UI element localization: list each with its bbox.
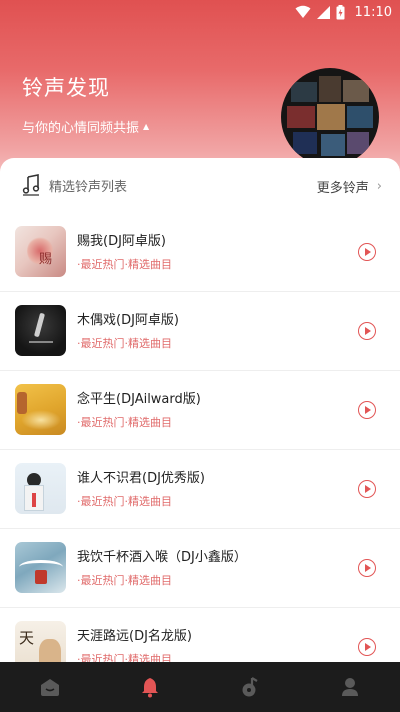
list-item[interactable]: 我饮千杯酒入喉（DJ小鑫版） ·最近热门·精选曲目: [0, 529, 400, 608]
play-icon[interactable]: [358, 638, 376, 656]
section-header: 精选铃声列表 更多铃声 ›: [0, 158, 400, 210]
hero-subtitle-text: 与你的心情同频共振: [22, 121, 140, 136]
song-list: 赐 赐我(DJ阿卓版) ·最近热门·精选曲目 木偶戏(DJ阿卓版) ·最近热门·…: [0, 213, 400, 662]
caret-up-icon: ▲: [143, 122, 150, 131]
wifi-icon: [295, 5, 311, 18]
album-disc-image[interactable]: [281, 68, 379, 166]
song-title: 天涯路远(DJ名龙版): [77, 629, 192, 644]
play-icon[interactable]: [358, 243, 376, 261]
bottom-tab-bar: [0, 662, 400, 712]
song-cover: [15, 542, 66, 593]
tab-profile[interactable]: [300, 662, 400, 712]
list-item[interactable]: 天 天涯路远(DJ名龙版) ·最近热门·精选曲目: [0, 608, 400, 662]
song-tag: ·最近热门·精选曲目: [77, 337, 172, 350]
song-tag: ·最近热门·精选曲目: [77, 416, 172, 429]
play-icon[interactable]: [358, 559, 376, 577]
song-cover: [15, 463, 66, 514]
tab-music[interactable]: [200, 662, 300, 712]
song-cover: [15, 384, 66, 435]
page-title: 铃声发现: [22, 76, 110, 100]
chevron-right-icon: ›: [376, 179, 382, 194]
more-ringtones-link[interactable]: 更多铃声 ›: [317, 177, 382, 196]
music-icon: [242, 677, 258, 697]
signal-icon: [316, 5, 330, 19]
home-icon: [41, 679, 59, 696]
song-tag: ·最近热门·精选曲目: [77, 653, 172, 662]
play-icon[interactable]: [358, 322, 376, 340]
song-title: 念平生(DJAilward版): [77, 392, 201, 407]
song-title: 赐我(DJ阿卓版): [77, 234, 166, 249]
song-title: 木偶戏(DJ阿卓版): [77, 313, 179, 328]
profile-icon: [342, 678, 358, 696]
status-time: 11:10: [354, 4, 392, 20]
song-cover: 天: [15, 621, 66, 662]
bell-icon: [142, 678, 158, 698]
song-tag: ·最近热门·精选曲目: [77, 574, 172, 587]
battery-icon: [336, 4, 345, 19]
tab-ringtones[interactable]: [100, 662, 200, 712]
hero-subtitle[interactable]: 与你的心情同频共振 ▲: [22, 117, 149, 136]
list-item[interactable]: 赐 赐我(DJ阿卓版) ·最近热门·精选曲目: [0, 213, 400, 292]
section-title: 精选铃声列表: [49, 180, 128, 195]
song-cover: 赐: [15, 226, 66, 277]
play-icon[interactable]: [358, 480, 376, 498]
more-ringtones-label: 更多铃声: [316, 181, 369, 196]
song-tag: ·最近热门·精选曲目: [77, 258, 172, 271]
ringtone-card: 精选铃声列表 更多铃声 › 赐 赐我(DJ阿卓版) ·最近热门·精选曲目 木偶戏…: [0, 158, 400, 662]
tab-home[interactable]: [0, 662, 100, 712]
status-bar: 11:10: [0, 0, 400, 24]
play-icon[interactable]: [358, 401, 376, 419]
song-cover: [15, 305, 66, 356]
list-item[interactable]: 谁人不识君(DJ优秀版) ·最近热门·精选曲目: [0, 450, 400, 529]
list-item[interactable]: 木偶戏(DJ阿卓版) ·最近热门·精选曲目: [0, 292, 400, 371]
music-note-icon: [22, 174, 40, 196]
song-title: 我饮千杯酒入喉（DJ小鑫版）: [77, 550, 247, 565]
list-item[interactable]: 念平生(DJAilward版) ·最近热门·精选曲目: [0, 371, 400, 450]
song-tag: ·最近热门·精选曲目: [77, 495, 172, 508]
song-title: 谁人不识君(DJ优秀版): [77, 471, 205, 486]
